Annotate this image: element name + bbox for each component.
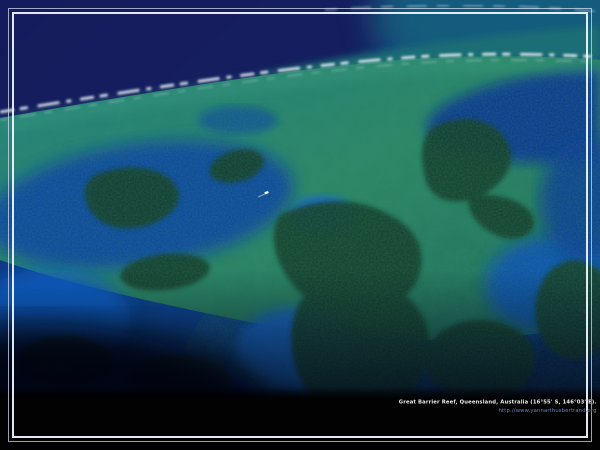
caption-credit-url: http://www.yannarthusbertrand.org — [399, 407, 597, 416]
wallpaper-canvas: Great Barrier Reef, Queensland, Australi… — [0, 0, 600, 450]
photo-caption: Great Barrier Reef, Queensland, Australi… — [201, 380, 597, 415]
caption-location-text: Great Barrier Reef, Queensland, Australi… — [399, 398, 597, 407]
